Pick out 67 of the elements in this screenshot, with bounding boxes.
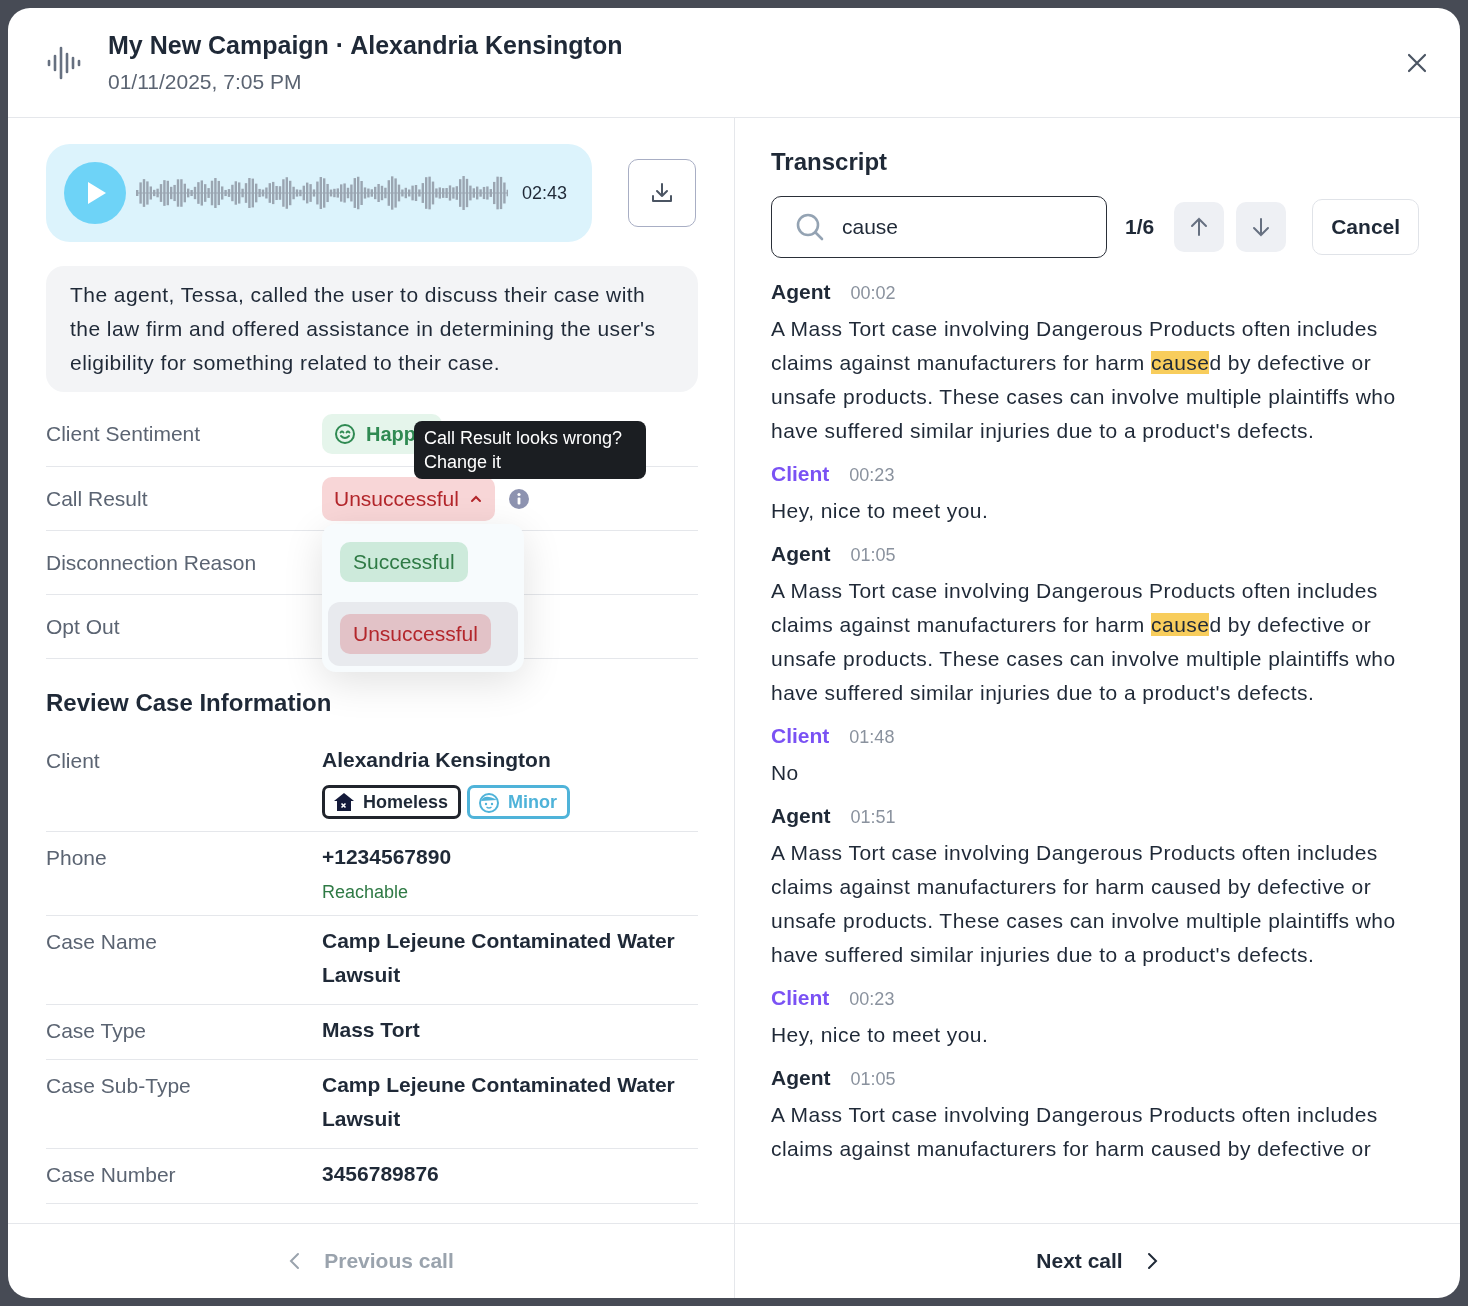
child-face-icon	[478, 791, 501, 813]
field-label: Phone	[46, 846, 108, 871]
message-time: 01:05	[850, 1069, 896, 1090]
field-label: Client	[46, 749, 101, 774]
message-text: A Mass Tort case involving Dangerous Products often includes claims against manufacturers for harm caused by defective or unsafe products. These cases can involve multiple plaintiffs who have suffered similar injuries due to a product's defects.	[771, 316, 1397, 444]
field-label: Case Type	[46, 1019, 147, 1044]
message-time: 00:23	[849, 989, 895, 1010]
cancel-button[interactable]: Cancel	[1312, 199, 1420, 255]
field-label: Case Number	[46, 1163, 177, 1188]
field-value: Mass Tort	[322, 1017, 420, 1043]
field-value: Alexandria Kensington	[322, 747, 552, 773]
message-text: Hey, nice to meet you.	[771, 498, 990, 524]
previous-call-button[interactable]: Previous call	[8, 1224, 735, 1298]
field-label: Case Name	[46, 930, 158, 955]
message-text: A Mass Tort case involving Dangerous Products often includes claims against manufacturers for harm caused by defective or	[771, 1102, 1379, 1162]
info-icon[interactable]	[508, 488, 529, 509]
message-time: 01:05	[850, 545, 896, 566]
field-value: Camp Lejeune Contaminated Water Lawsuit	[322, 928, 676, 988]
speaker-name: Agent	[771, 542, 831, 566]
previous-match-button[interactable]	[1174, 202, 1225, 252]
field-label: Call Result	[46, 486, 149, 511]
message-text: No	[771, 760, 800, 786]
message-text: Hey, nice to meet you.	[771, 1022, 990, 1048]
message-time: 00:02	[850, 283, 896, 304]
message-text: A Mass Tort case involving Dangerous Products often includes claims against manufacturers for harm caused by defective or unsafe products. These cases can involve multiple plaintiffs who have suffered similar injuries due to a product's defects.	[771, 578, 1397, 706]
speaker-name: Agent	[771, 280, 831, 304]
message-time: 00:23	[849, 465, 895, 486]
download-button[interactable]	[628, 159, 696, 227]
message-text: A Mass Tort case involving Dangerous Products often includes claims against manufacturers for harm caused by defective or unsafe products. These cases can involve multiple plaintiffs who have suffered similar injuries due to a product's defects.	[771, 840, 1397, 968]
field-label: Opt Out	[46, 614, 121, 639]
option-label: Successful	[340, 542, 468, 582]
client-tag: Minor	[467, 785, 571, 819]
menu-item[interactable]: Unsuccessful	[328, 602, 518, 666]
tooltip: Call Result looks wrong? Change it	[414, 421, 646, 479]
house-icon	[333, 792, 355, 812]
field-value: +1234567890	[322, 844, 452, 870]
speaker-name: Client	[771, 462, 830, 486]
client-tag: Homeless	[322, 785, 462, 819]
reachable-status: Reachable	[322, 882, 410, 903]
message-time: 01:48	[849, 727, 895, 748]
message-time: 01:51	[850, 807, 896, 828]
speaker-name: Client	[771, 724, 830, 748]
transcript-title: Transcript	[771, 148, 889, 176]
next-call-button[interactable]: Next call	[735, 1224, 1460, 1298]
speaker-name: Agent	[771, 1066, 831, 1090]
next-match-button[interactable]	[1236, 202, 1287, 252]
sentiment-label: Happ	[366, 422, 416, 446]
option-label: Unsuccessful	[340, 614, 491, 654]
speaker-name: Client	[771, 986, 830, 1010]
menu-item[interactable]: Successful	[328, 542, 518, 582]
call-result-dropdown[interactable]: Unsuccessful	[322, 476, 495, 521]
search-field[interactable]: cause	[771, 196, 1107, 258]
field-value: 3456789876	[322, 1161, 439, 1187]
audio-duration: 02:43	[522, 182, 568, 204]
section-title: Review Case Information	[46, 689, 333, 717]
dialog-title: My New Campaign · Alexandria Kensington	[108, 31, 624, 60]
match-count: 1/6	[1125, 215, 1155, 239]
speaker-name: Agent	[771, 804, 831, 828]
download-icon	[650, 181, 674, 205]
field-value: Camp Lejeune Contaminated Water Lawsuit	[322, 1072, 676, 1132]
call-date: 01/11/2025, 7:05 PM	[108, 70, 303, 94]
field-label: Disconnection Reason	[46, 550, 258, 575]
field-label: Client Sentiment	[46, 422, 202, 446]
smiley-icon	[334, 423, 356, 445]
search-icon	[795, 212, 825, 242]
field-label: Case Sub-Type	[46, 1074, 192, 1099]
call-summary: The agent, Tessa, called the user to discuss their case with the law firm and offered assistance in determining the user's eligibility for something related to their case.	[46, 266, 698, 392]
